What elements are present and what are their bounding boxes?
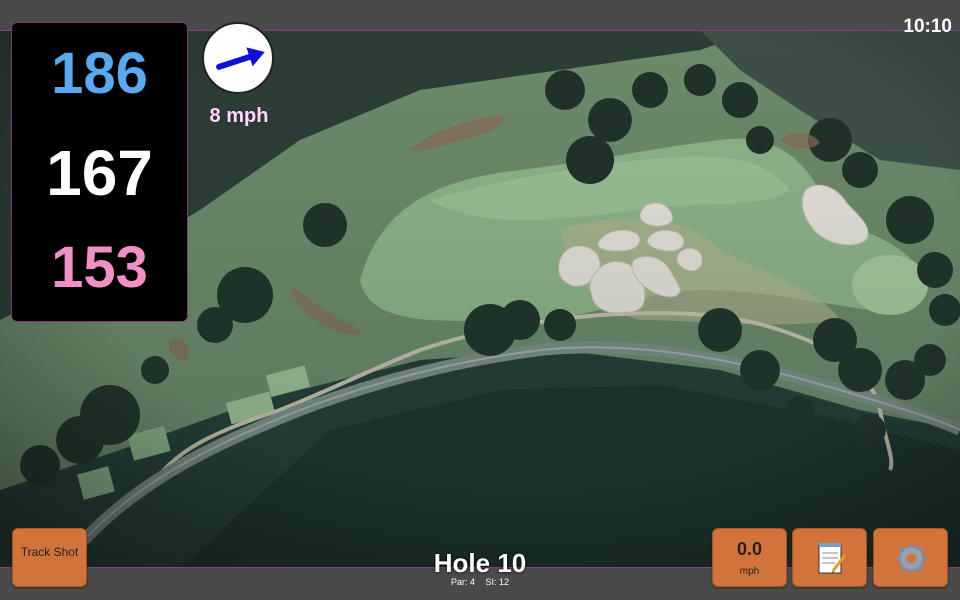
hole-par: Par: 4 <box>450 577 475 587</box>
speed-value: 0.0 <box>736 539 763 559</box>
wind-arrow-icon <box>216 47 265 70</box>
distance-front: 153 <box>51 235 148 300</box>
wind-indicator <box>202 22 274 94</box>
track-shot-button[interactable]: Track Shot <box>12 528 87 587</box>
clock: 10:10 <box>903 16 952 37</box>
gear-icon <box>896 543 927 574</box>
hole-title: Hole 10 <box>433 548 527 578</box>
notes-button[interactable] <box>792 528 867 587</box>
settings-button[interactable] <box>873 528 948 587</box>
notepad-icon <box>818 543 847 574</box>
hole-meta: Par: 4 SI: 12 <box>380 577 580 587</box>
wind-speed-label: 8 mph <box>209 105 269 127</box>
distance-back: 186 <box>51 41 148 106</box>
distance-panel: 186 167 153 <box>11 22 188 322</box>
speed-unit: mph <box>739 566 760 577</box>
distance-middle: 167 <box>46 137 153 209</box>
speed-button[interactable]: 0.0 mph <box>712 528 787 587</box>
hole-si: SI: 12 <box>485 577 510 587</box>
